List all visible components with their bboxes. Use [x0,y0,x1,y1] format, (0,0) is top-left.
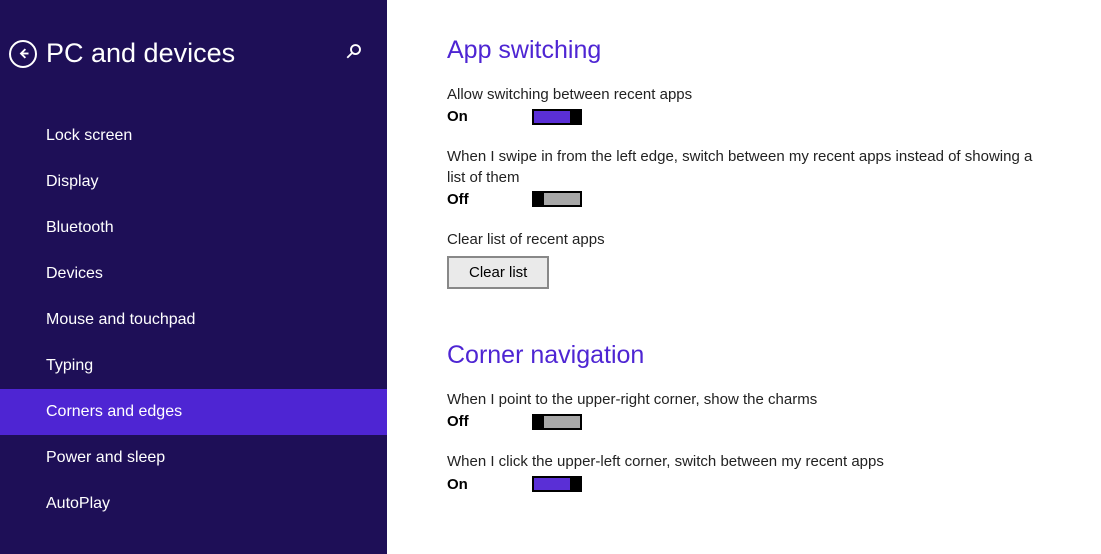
sidebar-item-label: Display [46,173,98,190]
sidebar-item-label: Bluetooth [46,219,114,236]
toggle-state: Off [447,413,532,430]
sidebar-item-label: AutoPlay [46,495,110,512]
toggle-state: On [447,108,532,125]
clear-list-button[interactable]: Clear list [447,256,549,289]
page-title: PC and devices [46,38,345,69]
sidebar-item-typing[interactable]: Typing [0,343,387,389]
setting-allow-switching: Allow switching between recent apps On [447,85,1051,125]
setting-label: Allow switching between recent apps [447,85,1047,105]
section-title-app-switching: App switching [447,36,1051,65]
sidebar-item-power-and-sleep[interactable]: Power and sleep [0,435,387,481]
sidebar-item-corners-and-edges[interactable]: Corners and edges [0,389,387,435]
toggle-upper-right-charms[interactable] [532,414,582,430]
toggle-state: On [447,476,532,493]
setting-label: Clear list of recent apps [447,230,1047,250]
sidebar-item-lock-screen[interactable]: Lock screen [0,113,387,159]
setting-swipe-left-edge: When I swipe in from the left edge, swit… [447,147,1051,208]
sidebar-item-mouse-and-touchpad[interactable]: Mouse and touchpad [0,297,387,343]
sidebar-item-display[interactable]: Display [0,159,387,205]
setting-label: When I point to the upper-right corner, … [447,390,1047,410]
sidebar-item-autoplay[interactable]: AutoPlay [0,481,387,527]
section-title-corner-navigation: Corner navigation [447,341,1051,370]
toggle-allow-switching[interactable] [532,109,582,125]
sidebar-item-label: Mouse and touchpad [46,311,195,328]
sidebar-item-label: Typing [46,357,93,374]
main-content: App switching Allow switching between re… [387,0,1101,554]
sidebar-item-bluetooth[interactable]: Bluetooth [0,205,387,251]
sidebar-item-label: Devices [46,265,103,282]
sidebar-item-label: Power and sleep [46,449,165,466]
toggle-upper-left-switch[interactable] [532,476,582,492]
setting-clear-list: Clear list of recent apps Clear list [447,230,1051,289]
sidebar: PC and devices Lock screen Display Bluetoo… [0,0,387,554]
setting-label: When I click the upper-left corner, swit… [447,452,1047,472]
sidebar-header: PC and devices [0,0,387,93]
toggle-state: Off [447,191,532,208]
setting-upper-left-switch: When I click the upper-left corner, swit… [447,452,1051,492]
search-icon[interactable] [345,42,363,65]
sidebar-item-devices[interactable]: Devices [0,251,387,297]
toggle-swipe-left-edge[interactable] [532,191,582,207]
sidebar-item-label: Corners and edges [46,403,182,420]
setting-upper-right-charms: When I point to the upper-right corner, … [447,390,1051,430]
sidebar-list: Lock screen Display Bluetooth Devices Mouse … [0,113,387,527]
setting-label: When I swipe in from the left edge, swit… [447,147,1047,188]
back-icon[interactable] [9,40,37,68]
sidebar-item-label: Lock screen [46,127,132,144]
